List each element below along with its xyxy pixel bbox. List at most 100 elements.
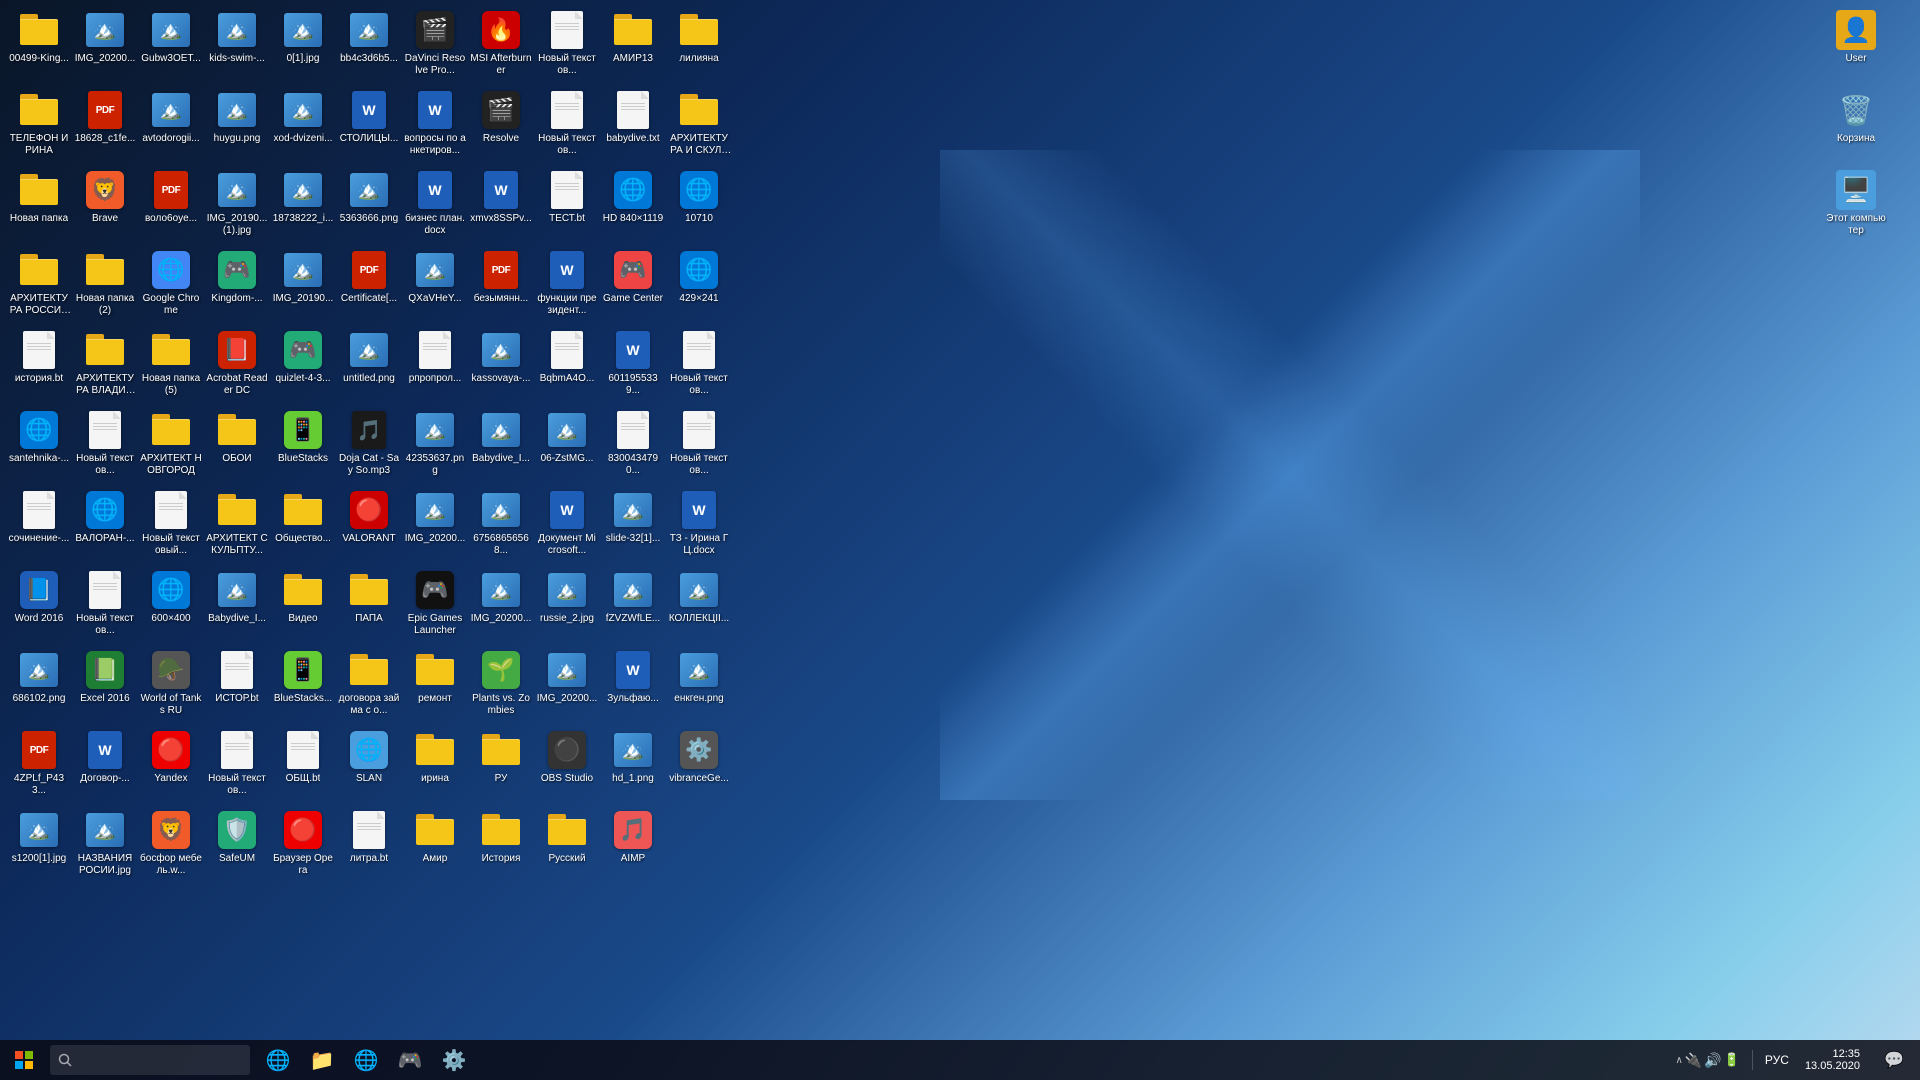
- desktop-icon-row8-12[interactable]: 🌱 Plants vs. Zombies: [468, 646, 534, 726]
- desktop-icon-row10-6[interactable]: 🛡️ SafeUM: [204, 806, 270, 886]
- desktop-icon-row4-12[interactable]: 📕 Acrobat Reader DC: [204, 326, 270, 406]
- notification-center[interactable]: 💬: [1872, 1040, 1916, 1080]
- desktop-icon-row10-10[interactable]: История: [468, 806, 534, 886]
- desktop-icon-row7-10[interactable]: Видео: [270, 566, 336, 646]
- desktop-icon-row8-4[interactable]: 🏔️ КОЛЛЕКЦII...: [666, 566, 732, 646]
- desktop-icon-row4-1[interactable]: 🎮 Kingdom-...: [204, 246, 270, 326]
- desktop-icon-row1-3[interactable]: 🏔️ Gubw3OET...: [138, 6, 204, 86]
- desktop-icon-row6-11[interactable]: Общество...: [270, 486, 336, 566]
- desktop-icon-row8-11[interactable]: ремонт: [402, 646, 468, 726]
- desktop-icon-row2-12[interactable]: 🦁 Brave: [72, 166, 138, 246]
- desktop-icon-row5-2[interactable]: 🏔️ untitled.png: [336, 326, 402, 406]
- desktop-icon-row3-11[interactable]: Новая папка (2): [72, 246, 138, 326]
- desktop-icon-row10-1[interactable]: 🏔️ hd_1.png: [600, 726, 666, 806]
- desktop-icon-row6-5[interactable]: 8300434790...: [600, 406, 666, 486]
- desktop-icon-right-r2[interactable]: 🗑️ Корзина: [1796, 86, 1916, 166]
- desktop-icon-row3-5[interactable]: W бизнес план.docx: [402, 166, 468, 246]
- desktop-icon-row7-9[interactable]: 🏔️ Babydive_I...: [204, 566, 270, 646]
- desktop-icon-row6-2[interactable]: 🏔️ 42353637.png: [402, 406, 468, 486]
- desktop-icon-row4-8[interactable]: 🌐 429×241: [666, 246, 732, 326]
- desktop-icon-row2-5[interactable]: W СТОЛИЦЫ...: [336, 86, 402, 166]
- desktop-icon-row2-7[interactable]: 🎬 Resolve: [468, 86, 534, 166]
- desktop-icon-row1-10[interactable]: АМИР13: [600, 6, 666, 86]
- taskbar-steam[interactable]: 🎮: [388, 1040, 432, 1080]
- desktop-icon-row4-2[interactable]: 🏔️ IMG_20190...: [270, 246, 336, 326]
- taskbar-clock[interactable]: 12:35 13.05.2020: [1797, 1048, 1868, 1072]
- desktop-icon-row1-1[interactable]: 00499-King...: [6, 6, 72, 86]
- desktop-icon-row9-11[interactable]: РУ: [468, 726, 534, 806]
- desktop-icon-row9-3[interactable]: 🏔️ енкген.png: [666, 646, 732, 726]
- desktop-icon-row7-11[interactable]: ПАПА: [336, 566, 402, 646]
- desktop-icon-row3-9[interactable]: 🌐 10710: [666, 166, 732, 246]
- desktop-icon-row5-6[interactable]: W 6011955339...: [600, 326, 666, 406]
- desktop-icon-row1-12[interactable]: ТЕЛЕФОН ИРИНА: [6, 86, 72, 166]
- desktop-icon-row3-6[interactable]: W xmvx8SSPv...: [468, 166, 534, 246]
- desktop-icon-row6-9[interactable]: Новый текстовый...: [138, 486, 204, 566]
- desktop-icon-row4-9[interactable]: история.bt: [6, 326, 72, 406]
- desktop-icon-row6-1[interactable]: 🎵 Doja Cat - Say So.mp3: [336, 406, 402, 486]
- desktop-icon-row9-7[interactable]: Новый текстов...: [204, 726, 270, 806]
- desktop-icon-row3-10[interactable]: АРХИТЕКТУРА РОССИЯ И...: [6, 246, 72, 326]
- desktop-icon-row4-11[interactable]: Новая папка (5): [138, 326, 204, 406]
- desktop-icon-row3-7[interactable]: ТЕСТ.bt: [534, 166, 600, 246]
- desktop-icon-row6-7[interactable]: сочинение-...: [6, 486, 72, 566]
- taskbar-edge[interactable]: 🌐: [256, 1040, 300, 1080]
- desktop-icon-row10-5[interactable]: 🦁 босфор мебель.w...: [138, 806, 204, 886]
- desktop-icon-row4-5[interactable]: PDF безымянн...: [468, 246, 534, 326]
- desktop-icon-row9-1[interactable]: 🏔️ IMG_20200...: [534, 646, 600, 726]
- desktop-icon-row1-6[interactable]: 🏔️ bb4c3d6b5...: [336, 6, 402, 86]
- desktop-icon-row5-7[interactable]: Новый текстов...: [666, 326, 732, 406]
- desktop-icon-row7-12[interactable]: 🎮 Epic Games Launcher: [402, 566, 468, 646]
- desktop-icon-row2-8[interactable]: Новый текстов...: [534, 86, 600, 166]
- desktop-icon-row8-1[interactable]: 🏔️ IMG_20200...: [468, 566, 534, 646]
- desktop-icon-row3-4[interactable]: 🏔️ 5363666.png: [336, 166, 402, 246]
- desktop-icon-row7-3[interactable]: W Документ Microsoft...: [534, 486, 600, 566]
- desktop-icon-row3-8[interactable]: 🌐 HD 840×1119: [600, 166, 666, 246]
- desktop-icon-row9-10[interactable]: ирина: [402, 726, 468, 806]
- desktop-icon-row5-3[interactable]: рпропрол...: [402, 326, 468, 406]
- desktop-icon-row6-3[interactable]: 🏔️ Babydive_I...: [468, 406, 534, 486]
- desktop-icon-row10-11[interactable]: Русский: [534, 806, 600, 886]
- desktop-icon-row1-2[interactable]: 🏔️ IMG_20200...: [72, 6, 138, 86]
- desktop-icon-row8-8[interactable]: ИСТОР.bt: [204, 646, 270, 726]
- desktop-icon-row4-6[interactable]: W функции президент...: [534, 246, 600, 326]
- desktop-icon-row5-11[interactable]: ОБОИ: [204, 406, 270, 486]
- tray-expand[interactable]: ∧: [1676, 1055, 1683, 1066]
- desktop-icon-row1-11[interactable]: лилияна: [666, 6, 732, 86]
- desktop-icon-row6-12[interactable]: 🔴 VALORANT: [336, 486, 402, 566]
- desktop-icon-row1-9[interactable]: Новый текстов...: [534, 6, 600, 86]
- desktop-icon-right-r1[interactable]: 👤 User: [1796, 6, 1916, 86]
- start-button[interactable]: [0, 1040, 48, 1080]
- desktop-icon-row10-9[interactable]: Амир: [402, 806, 468, 886]
- desktop-icon-row8-10[interactable]: договора займа с о...: [336, 646, 402, 726]
- desktop-icon-row2-11[interactable]: Новая папка: [6, 166, 72, 246]
- desktop-icon-row2-10[interactable]: АРХИТЕКТУРА И СКУЛЬП...: [666, 86, 732, 166]
- desktop-icon-row2-1[interactable]: PDF 18628_c1fe...: [72, 86, 138, 166]
- desktop-icon-row4-4[interactable]: 🏔️ QXaVHeY...: [402, 246, 468, 326]
- desktop-icon-row10-7[interactable]: 🔴 Браузер Opera: [270, 806, 336, 886]
- desktop-icon-row8-3[interactable]: 🏔️ fZVZWfLE...: [600, 566, 666, 646]
- desktop-icon-row1-5[interactable]: 🏔️ 0[1].jpg: [270, 6, 336, 86]
- desktop-icon-row5-4[interactable]: 🏔️ kassovaya-...: [468, 326, 534, 406]
- desktop-icon-row3-3[interactable]: 🏔️ 18738222_i...: [270, 166, 336, 246]
- desktop-icon-row3-1[interactable]: PDF воло6oyе...: [138, 166, 204, 246]
- desktop-icon-row5-10[interactable]: АРХИТЕКТ НОВГОРОД: [138, 406, 204, 486]
- desktop-icon-row7-8[interactable]: 🌐 600×400: [138, 566, 204, 646]
- desktop-icon-row3-2[interactable]: 🏔️ IMG_20190... (1).jpg: [204, 166, 270, 246]
- desktop-icon-row7-6[interactable]: 📘 Word 2016: [6, 566, 72, 646]
- volume-icon[interactable]: 🔊: [1704, 1052, 1721, 1069]
- keyboard-layout[interactable]: РУС: [1761, 1053, 1793, 1067]
- desktop-icon-row1-4[interactable]: 🏔️ kids-swim-...: [204, 6, 270, 86]
- desktop-icon-row5-12[interactable]: 📱 BlueStacks: [270, 406, 336, 486]
- desktop-icon-row8-2[interactable]: 🏔️ russie_2.jpg: [534, 566, 600, 646]
- desktop-icon-row2-6[interactable]: W вопросы по анкетиров...: [402, 86, 468, 166]
- desktop-icon-row7-5[interactable]: W ТЗ - Ирина ГЦ.docx: [666, 486, 732, 566]
- desktop-icon-row1-8[interactable]: 🔥 MSI Afterburner: [468, 6, 534, 86]
- desktop-icon-row5-9[interactable]: Новый текстов...: [72, 406, 138, 486]
- desktop-icon-row7-7[interactable]: Новый текстов...: [72, 566, 138, 646]
- desktop-icon-row9-5[interactable]: W Договор-...: [72, 726, 138, 806]
- desktop-icon-row4-7[interactable]: 🎮 Game Center: [600, 246, 666, 326]
- system-tray[interactable]: ∧ 🔌 🔊 🔋: [1672, 1052, 1744, 1069]
- desktop-icon-row9-6[interactable]: 🔴 Yandex: [138, 726, 204, 806]
- desktop-icon-row9-8[interactable]: ОБЩ.bt: [270, 726, 336, 806]
